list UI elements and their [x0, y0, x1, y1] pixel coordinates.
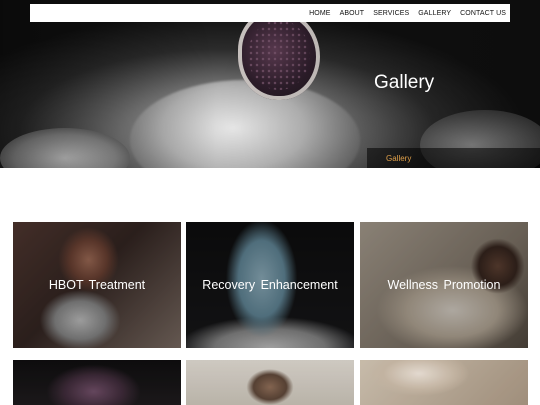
gallery-item-hbot-treatment[interactable]: HBOT Treatment	[13, 222, 181, 348]
top-navigation: HOME ABOUT SERVICES GALLERY CONTACT US	[30, 4, 510, 22]
nav-gallery-link[interactable]: GALLERY	[418, 10, 451, 17]
breadcrumb-current: Gallery	[386, 153, 412, 163]
gallery-item-label: Wellness Promotion	[387, 278, 501, 292]
nav-home-link[interactable]: HOME	[309, 10, 330, 17]
nav-contact-link[interactable]: CONTACT US	[460, 10, 506, 17]
gallery-item[interactable]	[360, 360, 528, 405]
nav-about-link[interactable]: ABOUT	[340, 10, 365, 17]
gallery-item-recovery-enhancement[interactable]: Recovery Enhancement	[186, 222, 354, 348]
nav-services-link[interactable]: SERVICES	[373, 10, 409, 17]
gallery-item-label: HBOT Treatment	[48, 278, 146, 292]
gallery-item-wellness-promotion[interactable]: Wellness Promotion	[360, 222, 528, 348]
page-title: Gallery	[374, 72, 435, 93]
gallery-item[interactable]	[13, 360, 181, 405]
breadcrumb: Gallery	[0, 148, 540, 168]
gallery-item[interactable]	[186, 360, 354, 405]
breadcrumb-panel: Gallery	[367, 148, 540, 168]
hero-banner: HOME ABOUT SERVICES GALLERY CONTACT US G…	[0, 0, 540, 168]
hero-shade	[0, 0, 540, 168]
gallery-item-label: Recovery Enhancement	[202, 278, 338, 292]
